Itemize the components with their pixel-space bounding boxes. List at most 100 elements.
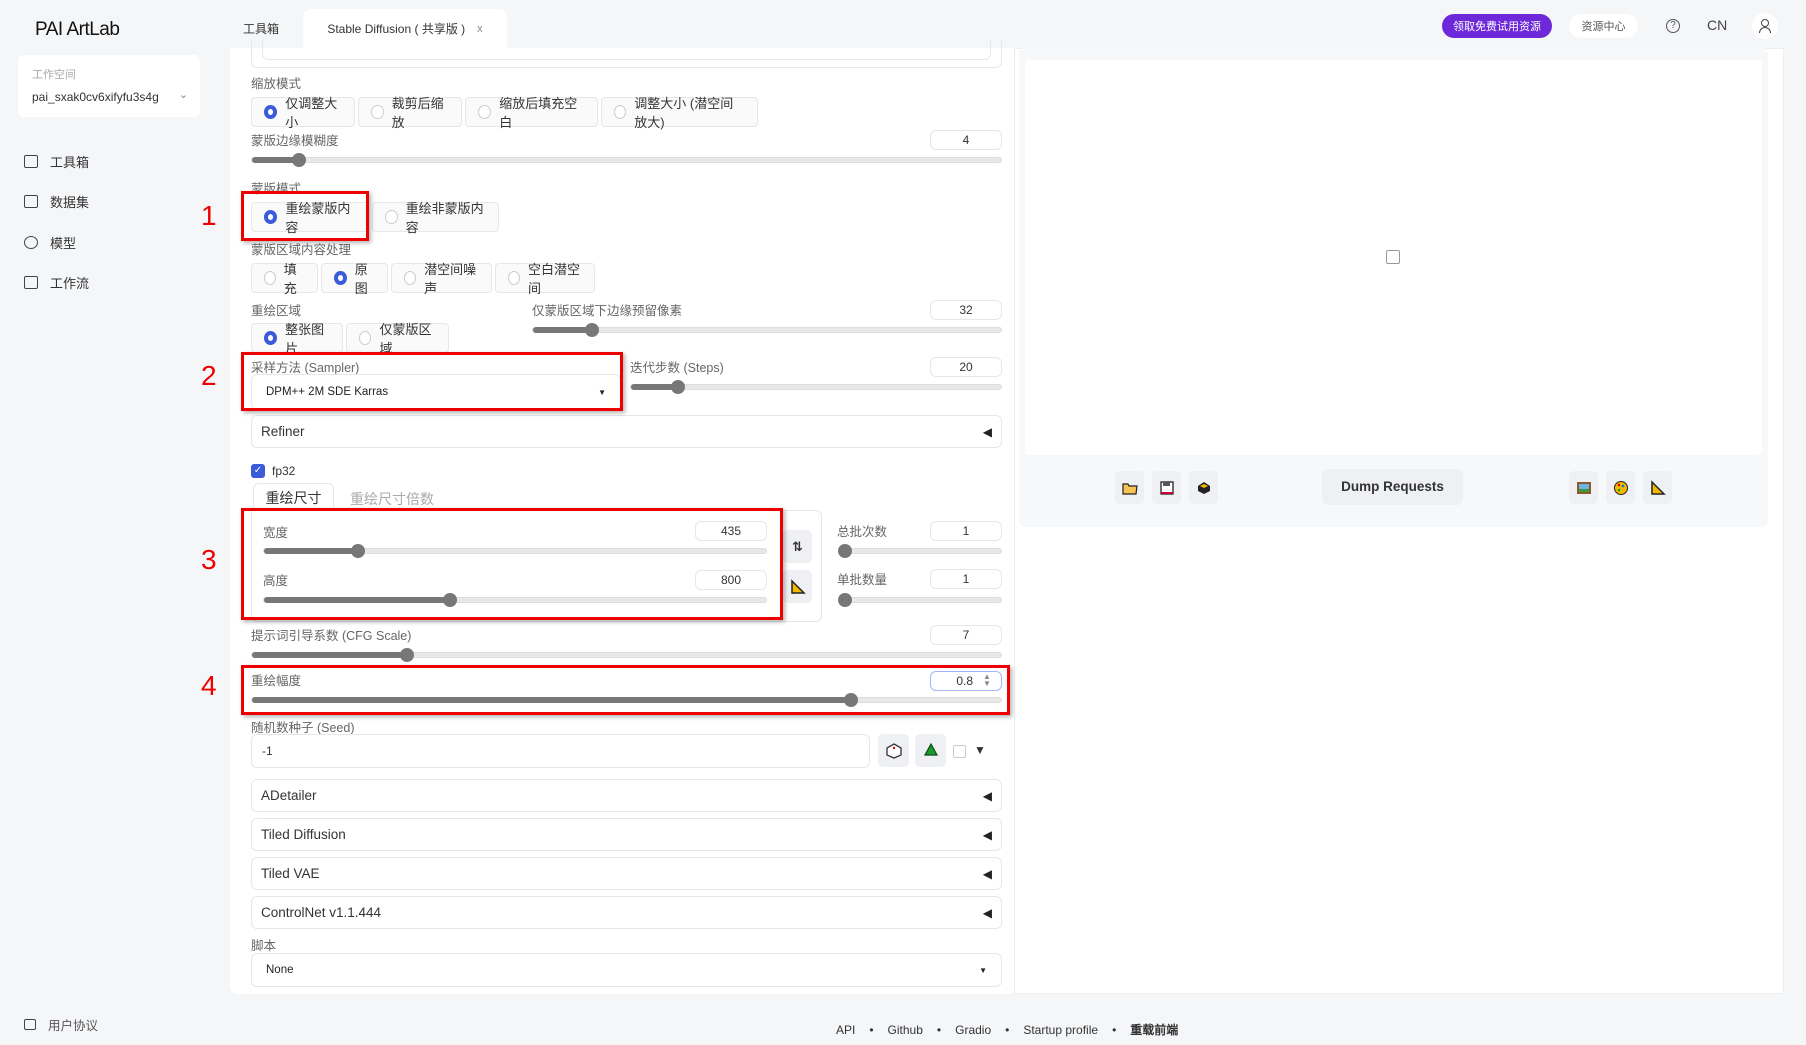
inpaint-area-option[interactable]: 整张图片 bbox=[251, 322, 343, 356]
toolbox-icon bbox=[24, 155, 38, 168]
mask-blur-input[interactable]: 4 bbox=[930, 130, 1002, 150]
sidebar-item-toolbox[interactable]: 工具箱 bbox=[24, 152, 89, 171]
close-icon[interactable]: x bbox=[477, 23, 483, 35]
radio-button[interactable] bbox=[264, 105, 278, 119]
workspace-selector[interactable]: 工作空间 pai_sxak0cv6xifyfu3s4g ⌄ bbox=[18, 55, 200, 117]
sidebar-item-label: 模型 bbox=[50, 236, 77, 251]
masked-content-option[interactable]: 潜空间噪声 bbox=[391, 262, 492, 296]
masked-content-option[interactable]: 空白潜空间 bbox=[495, 262, 595, 296]
tab-resize-scale[interactable]: 重绘尺寸倍数 bbox=[350, 489, 434, 509]
slider-thumb[interactable] bbox=[291, 153, 306, 167]
radio-button[interactable] bbox=[371, 105, 384, 119]
resize-mode-option[interactable]: 裁剪后缩放 bbox=[358, 96, 462, 130]
footer-link-api[interactable]: API bbox=[836, 1023, 855, 1037]
cfg-input[interactable]: 7 bbox=[930, 625, 1002, 645]
radio-button[interactable] bbox=[264, 271, 276, 285]
sidebar-item-models[interactable]: 模型 bbox=[24, 233, 76, 252]
radio-button[interactable] bbox=[334, 271, 347, 285]
sidebar-item-label: 数据集 bbox=[50, 195, 90, 210]
resize-mode-option[interactable]: 缩放后填充空白 bbox=[465, 96, 598, 130]
random-seed-button[interactable] bbox=[878, 734, 909, 767]
user-icon bbox=[1761, 19, 1769, 27]
steps-input[interactable]: 20 bbox=[930, 357, 1002, 377]
fp32-checkbox[interactable]: ✓ bbox=[251, 464, 265, 478]
send-to-img2img-button[interactable] bbox=[1569, 471, 1598, 504]
script-value: None bbox=[266, 964, 294, 976]
free-trial-button[interactable]: 领取免费试用资源 bbox=[1442, 14, 1552, 38]
batch-count-slider[interactable] bbox=[838, 544, 1002, 558]
auto-size-button[interactable] bbox=[783, 570, 812, 603]
expand-icon[interactable]: ▼ bbox=[974, 743, 986, 757]
open-folder-button[interactable] bbox=[1115, 471, 1144, 504]
language-switch[interactable]: CN bbox=[1707, 17, 1727, 33]
chevron-down-icon: ⌄ bbox=[178, 89, 188, 101]
sidebar-item-datasets[interactable]: 数据集 bbox=[24, 192, 89, 211]
tiled-vae-accordion[interactable]: Tiled VAE ◀ bbox=[251, 857, 1002, 890]
radio-button[interactable] bbox=[359, 331, 372, 345]
padding-slider[interactable] bbox=[532, 323, 1002, 337]
user-avatar[interactable] bbox=[1752, 13, 1778, 39]
batch-count-input[interactable]: 1 bbox=[930, 521, 1002, 541]
slider-thumb[interactable] bbox=[838, 544, 852, 558]
batch-size-input[interactable]: 1 bbox=[930, 569, 1002, 589]
mask-mode-option[interactable]: 重绘非蒙版内容 bbox=[372, 201, 499, 235]
mask-blur-slider[interactable] bbox=[251, 153, 1002, 167]
footer-link-github[interactable]: Github bbox=[888, 1023, 923, 1037]
radio-button[interactable] bbox=[264, 331, 278, 345]
resize-mode-option[interactable]: 仅调整大小 bbox=[251, 96, 355, 130]
tab-resize-size[interactable]: 重绘尺寸 bbox=[253, 483, 334, 511]
slider-thumb[interactable] bbox=[584, 323, 599, 337]
steps-slider[interactable] bbox=[630, 380, 1002, 394]
option-label: 缩放后填充空白 bbox=[499, 96, 578, 130]
option-label: 重绘非蒙版内容 bbox=[405, 201, 484, 235]
help-icon[interactable]: ? bbox=[1666, 19, 1680, 33]
radio-button[interactable] bbox=[478, 105, 492, 119]
extra-seed-checkbox[interactable] bbox=[953, 745, 966, 758]
resource-center-button[interactable]: 资源中心 bbox=[1569, 14, 1638, 38]
masked-content-option[interactable]: 原图 bbox=[321, 262, 388, 296]
footer-link-reload-ui[interactable]: 重载前端 bbox=[1130, 1021, 1178, 1038]
dump-requests-button[interactable]: Dump Requests bbox=[1322, 469, 1463, 505]
script-dropdown[interactable]: None ▼ bbox=[251, 953, 1002, 987]
footer-link-gradio[interactable]: Gradio bbox=[955, 1023, 991, 1037]
masked-content-option[interactable]: 填充 bbox=[251, 262, 318, 296]
accordion-label: ControlNet v1.1.444 bbox=[261, 905, 382, 920]
annotation-box-2 bbox=[241, 352, 623, 411]
tab-toolbox[interactable]: 工具箱 bbox=[243, 20, 279, 37]
slider-thumb[interactable] bbox=[399, 648, 414, 662]
inpaint-area-group: 整张图片 仅蒙版区域 bbox=[251, 322, 452, 356]
sidebar-item-workflow[interactable]: 工作流 bbox=[24, 273, 89, 292]
picture-icon bbox=[1576, 481, 1591, 494]
recycle-icon bbox=[923, 742, 938, 756]
resize-mode-option[interactable]: 调整大小 (潜空间放大) bbox=[601, 96, 758, 130]
radio-button[interactable] bbox=[385, 210, 398, 224]
collapse-icon: ◀ bbox=[982, 866, 992, 881]
save-button[interactable] bbox=[1152, 471, 1181, 504]
radio-button[interactable] bbox=[614, 105, 627, 119]
padding-input[interactable]: 32 bbox=[930, 300, 1002, 320]
user-agreement-link[interactable]: 用户协议 bbox=[24, 1015, 98, 1034]
inpaint-area-option[interactable]: 仅蒙版区域 bbox=[346, 322, 449, 356]
send-to-extras-button[interactable] bbox=[1643, 471, 1672, 504]
tiled-diffusion-accordion[interactable]: Tiled Diffusion ◀ bbox=[251, 818, 1002, 851]
folder-icon bbox=[1121, 482, 1138, 495]
prompt-input[interactable] bbox=[262, 40, 991, 60]
slider-thumb[interactable] bbox=[838, 593, 852, 607]
footer-link-startup-profile[interactable]: Startup profile bbox=[1023, 1023, 1098, 1037]
reuse-seed-button[interactable] bbox=[915, 734, 946, 767]
annotation-box-1 bbox=[241, 191, 369, 241]
seed-input[interactable]: -1 bbox=[251, 734, 870, 768]
cfg-slider[interactable] bbox=[251, 648, 1002, 662]
send-to-inpaint-button[interactable] bbox=[1606, 471, 1635, 504]
batch-size-slider[interactable] bbox=[838, 593, 1002, 607]
radio-button[interactable] bbox=[404, 271, 417, 285]
collapse-icon: ◀ bbox=[982, 905, 992, 920]
refiner-accordion[interactable]: Refiner ◀ bbox=[251, 415, 1002, 448]
palette-icon bbox=[1613, 480, 1628, 495]
radio-button[interactable] bbox=[508, 271, 520, 285]
option-label: 填充 bbox=[283, 262, 297, 296]
adetailer-accordion[interactable]: ADetailer ◀ bbox=[251, 779, 1002, 812]
zip-button[interactable] bbox=[1189, 471, 1218, 504]
swap-dimensions-button[interactable]: ⇅ bbox=[783, 530, 812, 563]
controlnet-accordion[interactable]: ControlNet v1.1.444 ◀ bbox=[251, 896, 1002, 929]
